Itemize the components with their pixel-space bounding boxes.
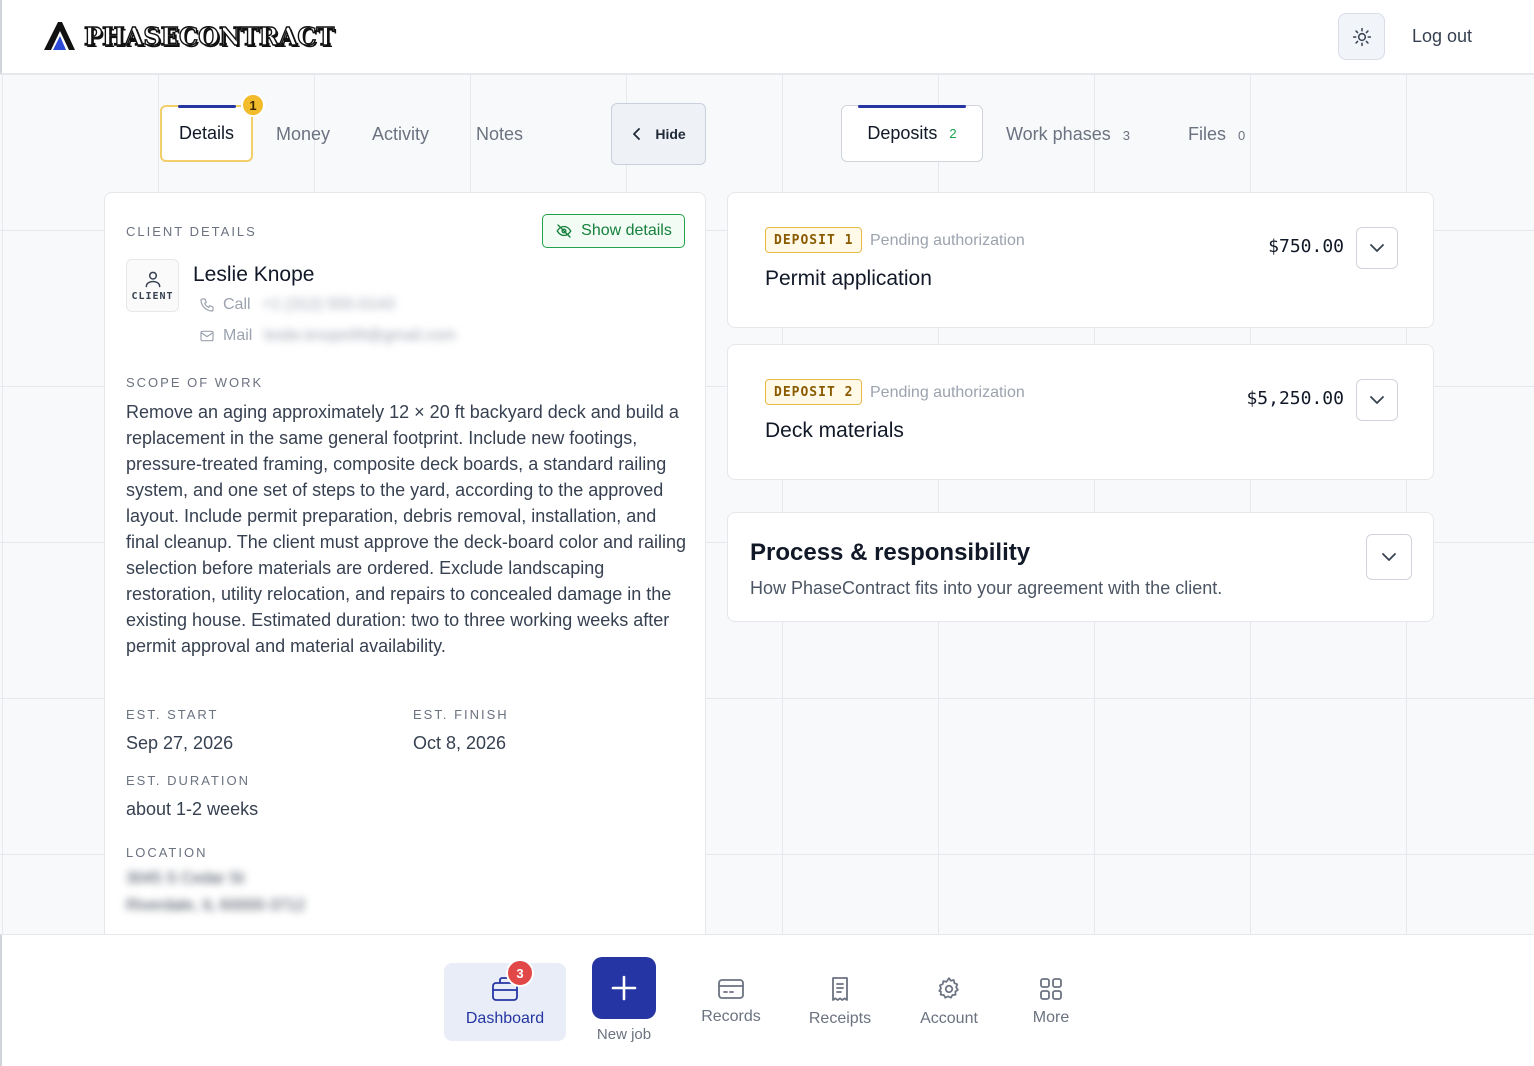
est-finish-label: EST. FINISH — [413, 707, 509, 722]
show-details-label: Show details — [581, 222, 672, 239]
nav-more[interactable]: More — [990, 963, 1112, 1041]
tab-work-phases-label: Work phases — [1006, 124, 1111, 144]
client-mail-row[interactable]: Mail leslie.knope99@gmail.com — [199, 327, 456, 345]
deposit-tag: DEPOSIT 2 — [765, 379, 863, 405]
nav-dashboard[interactable]: Dashboard 3 — [444, 959, 566, 1041]
mail-label: Mail — [223, 327, 253, 344]
process-title: Process & responsibility — [750, 539, 1031, 566]
tab-details[interactable]: Details — [160, 105, 253, 162]
call-value: +1 (312) 555-0143 — [262, 296, 395, 313]
files-count: 0 — [1238, 128, 1246, 143]
nav-records[interactable]: Records — [670, 963, 792, 1041]
avatar-tag: CLIENT — [131, 291, 174, 302]
nav-account-label: Account — [920, 1010, 978, 1027]
deposit-title: Deck materials — [765, 419, 904, 442]
est-duration-label: EST. DURATION — [126, 773, 250, 788]
chevron-down-icon — [1382, 553, 1396, 561]
deposit-amount: $750.00 — [1268, 236, 1344, 257]
sun-icon — [1352, 27, 1371, 46]
scope-of-work-text: Remove an aging approximately 12 × 20 ft… — [126, 402, 686, 656]
expand-process-button[interactable] — [1366, 534, 1412, 580]
work-phases-count: 3 — [1122, 128, 1130, 143]
tab-deposits[interactable]: Deposits 2 — [841, 105, 983, 162]
job-details-card: CLIENT DETAILS Show details CLIENT Lesli… — [104, 192, 706, 952]
logout-link[interactable]: Log out — [1412, 26, 1472, 47]
client-name: Leslie Knope — [193, 263, 315, 286]
tab-work-phases[interactable]: Work phases 3 — [1006, 124, 1130, 145]
phasecontract-logo-icon — [44, 22, 75, 50]
nav-records-label: Records — [701, 1008, 761, 1025]
deposit-status: Pending authorization — [870, 384, 1025, 401]
tab-deposits-label: Deposits — [867, 123, 938, 143]
est-finish-value: Oct 8, 2026 — [413, 733, 507, 753]
tab-files[interactable]: Files 0 — [1188, 124, 1245, 145]
client-call-row[interactable]: Call +1 (312) 555-0143 — [199, 296, 395, 314]
expand-deposit-button[interactable] — [1356, 379, 1398, 421]
credit-card-icon — [718, 979, 744, 999]
chevron-down-icon — [1370, 244, 1384, 252]
mail-icon — [200, 330, 214, 342]
nav-receipts-label: Receipts — [808, 1010, 872, 1027]
tab-activity[interactable]: Activity — [372, 124, 429, 145]
location-line-1: 3045 S Cedar St — [126, 870, 245, 887]
new-job-label[interactable]: New job — [574, 1026, 674, 1043]
mail-value: leslie.knope99@gmail.com — [264, 327, 456, 344]
tab-files-label: Files — [1188, 124, 1227, 144]
tab-money[interactable]: Money — [276, 124, 330, 145]
hide-panel-button[interactable]: Hide — [611, 103, 706, 165]
nav-more-label: More — [1032, 1009, 1070, 1026]
receipt-icon — [832, 977, 848, 1001]
new-job-button[interactable] — [592, 957, 656, 1019]
phone-icon — [200, 298, 214, 312]
details-badge: 1 — [241, 93, 265, 117]
deposit-amount: $5,250.00 — [1246, 388, 1344, 409]
show-details-button[interactable]: Show details — [542, 214, 685, 248]
deposit-tag: DEPOSIT 1 — [765, 227, 863, 253]
tab-notes[interactable]: Notes — [476, 124, 523, 145]
brand-logo[interactable]: PHASECONTRACT — [42, 20, 335, 52]
client-avatar: CLIENT — [126, 259, 179, 312]
deposit-card: DEPOSIT 1 Pending authorization Permit a… — [727, 192, 1434, 328]
plus-icon — [611, 975, 637, 1001]
brand-name: PHASECONTRACT — [83, 21, 335, 51]
user-icon — [145, 271, 160, 288]
est-duration-value: about 1-2 weeks — [126, 799, 259, 819]
dashboard-badge: 3 — [506, 959, 534, 987]
expand-deposit-button[interactable] — [1356, 227, 1398, 269]
deposit-status: Pending authorization — [870, 232, 1025, 249]
nav-receipts[interactable]: Receipts — [779, 963, 901, 1041]
top-bar: PHASECONTRACT Log out — [0, 0, 1534, 74]
bottom-navigation: Dashboard 3 New job Records Receipts Acc… — [0, 934, 1534, 1066]
chevron-left-icon — [633, 128, 641, 140]
est-start-label: EST. START — [126, 707, 219, 722]
theme-toggle-button[interactable] — [1338, 13, 1385, 60]
scope-of-work-label: SCOPE OF WORK — [126, 375, 264, 390]
gear-icon — [938, 977, 959, 999]
process-subtitle: How PhaseContract fits into your agreeme… — [750, 578, 1223, 598]
location-label: LOCATION — [126, 845, 208, 860]
hide-label: Hide — [655, 126, 686, 142]
deposit-card: DEPOSIT 2 Pending authorization Deck mat… — [727, 344, 1434, 480]
process-responsibility-card: Process & responsibility How PhaseContra… — [727, 512, 1434, 622]
deposit-title: Permit application — [765, 267, 932, 290]
location-line-2: Riverdale, IL 60000-3712 — [126, 897, 306, 914]
eye-off-icon — [556, 224, 572, 238]
call-label: Call — [223, 296, 251, 313]
nav-dashboard-label: Dashboard — [465, 1010, 545, 1027]
deposits-count: 2 — [949, 126, 957, 141]
grid-icon — [1040, 978, 1062, 1000]
client-details-label: CLIENT DETAILS — [126, 224, 257, 239]
chevron-down-icon — [1370, 396, 1384, 404]
est-start-value: Sep 27, 2026 — [126, 733, 234, 753]
